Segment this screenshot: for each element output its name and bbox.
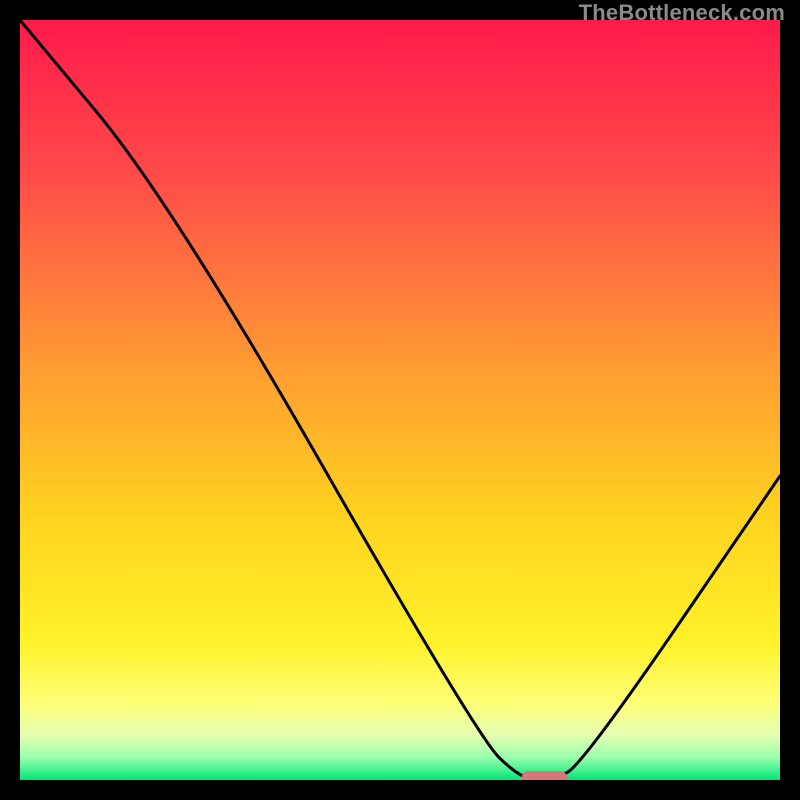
optimal-marker xyxy=(522,771,568,780)
watermark-text: TheBottleneck.com xyxy=(579,0,785,26)
gradient-background xyxy=(20,20,780,780)
chart-svg xyxy=(20,20,780,780)
chart-frame xyxy=(20,20,780,780)
